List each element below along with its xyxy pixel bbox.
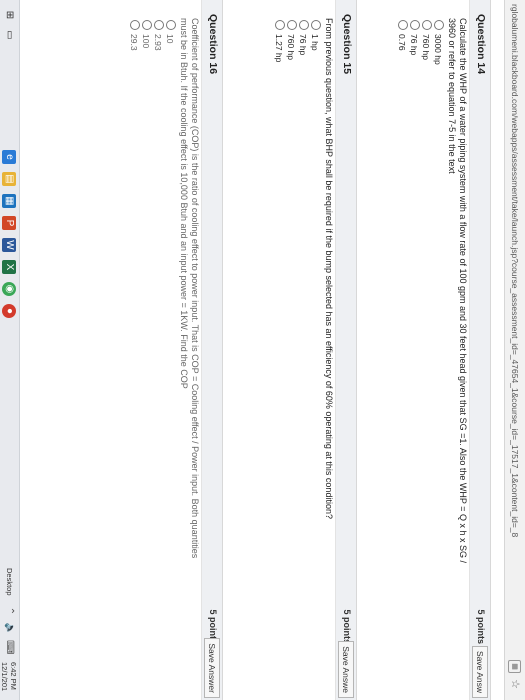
keyboard-icon[interactable]: ⌨: [2, 640, 16, 654]
radio-button[interactable]: [154, 20, 164, 30]
question-text: Calculate the WHP of a water piping syst…: [446, 18, 468, 688]
answer-option[interactable]: 760 hp: [420, 20, 432, 60]
answer-option[interactable]: 1.27 hp: [273, 20, 285, 62]
radio-button[interactable]: [410, 20, 420, 30]
save-answer-button[interactable]: Save Answ: [472, 645, 488, 698]
bookmark-star-icon[interactable]: ☆: [508, 677, 522, 691]
radio-button[interactable]: [142, 20, 152, 30]
points-label: 5 points: [476, 609, 486, 644]
question-text-line: From previous question, what BHP shall b…: [324, 18, 334, 519]
volume-icon[interactable]: 🔈: [2, 622, 16, 636]
answer-option[interactable]: 29.3: [128, 20, 140, 51]
option-label: 100: [141, 34, 151, 49]
task-view-icon[interactable]: ▭: [2, 28, 16, 42]
question-header: Question 14 5 points Save Answ: [469, 0, 491, 700]
chrome-browser-icon[interactable]: ◉: [2, 282, 16, 296]
answer-option[interactable]: 100: [140, 20, 152, 48]
question-header: Question 16 5 points Save Answer: [201, 0, 223, 700]
answer-option[interactable]: 10: [164, 20, 176, 43]
question-text-line: 3960 or refer to equation 7-5 in the tex…: [447, 18, 457, 174]
answer-option[interactable]: 3000 hp: [432, 20, 444, 65]
question-text-line: Coefficient of performance (COP) is the …: [190, 18, 200, 559]
radio-button[interactable]: [166, 20, 176, 30]
option-label: 1.27 hp: [274, 34, 284, 63]
file-explorer-icon[interactable]: ▤: [2, 172, 16, 186]
office-app-icon[interactable]: P: [2, 216, 16, 230]
url-text[interactable]: rglobalumeni.blackboard.com/webapps/asse…: [505, 4, 525, 537]
clock-time[interactable]: 6:42 PM: [9, 662, 18, 690]
option-label: 76 hp: [409, 34, 419, 56]
option-label: 1 hp: [310, 34, 320, 51]
question-text-line: Calculate the WHP of a water piping syst…: [458, 18, 468, 563]
option-label: 760 hp: [286, 34, 296, 60]
question-title: Question 16: [207, 14, 219, 75]
extension-icon[interactable]: ▦: [508, 660, 521, 673]
answer-option[interactable]: 1 hp: [309, 20, 321, 51]
edge-browser-icon[interactable]: e: [2, 150, 16, 164]
save-answer-button[interactable]: Save Answer: [204, 638, 220, 698]
radio-button[interactable]: [287, 20, 297, 30]
option-label: 3000 hp: [433, 34, 443, 65]
option-label: 10: [165, 34, 175, 44]
answer-option[interactable]: 0.76: [396, 20, 408, 51]
browser-address-bar[interactable]: rglobalumeni.blackboard.com/webapps/asse…: [504, 0, 525, 700]
clock-date[interactable]: 12/1/201: [0, 662, 9, 691]
option-label: 2.93: [153, 34, 163, 51]
points-label: 5 points: [342, 609, 352, 644]
windows-start-icon[interactable]: ⊞: [2, 8, 16, 22]
desktop-toolbar-label[interactable]: Desktop: [5, 568, 14, 596]
option-label: 0.76: [397, 34, 407, 51]
question-text: From previous question, what BHP shall b…: [323, 18, 334, 688]
radio-button[interactable]: [311, 20, 321, 30]
excel-app-icon[interactable]: X: [2, 260, 16, 274]
question-text-line: must be in Btuh. If the cooling effect i…: [179, 18, 189, 389]
app-icon[interactable]: ●: [2, 304, 16, 318]
store-icon[interactable]: ▦: [2, 194, 16, 208]
radio-button[interactable]: [398, 20, 408, 30]
radio-button[interactable]: [434, 20, 444, 30]
radio-button[interactable]: [422, 20, 432, 30]
question-title: Question 14: [475, 14, 487, 75]
option-label: 29.3: [129, 34, 139, 51]
answer-option[interactable]: 2.93: [152, 20, 164, 51]
radio-button[interactable]: [275, 20, 285, 30]
word-app-icon[interactable]: W: [2, 238, 16, 252]
question-title: Question 15: [341, 14, 353, 75]
answer-option[interactable]: 76 hp: [297, 20, 309, 55]
question-text: Coefficient of performance (COP) is the …: [178, 18, 200, 688]
answer-option[interactable]: 76 hp: [408, 20, 420, 55]
chevron-up-icon[interactable]: ⌃: [2, 604, 16, 618]
save-answer-button[interactable]: Save Answe: [338, 641, 354, 698]
answer-option[interactable]: 760 hp: [285, 20, 297, 60]
question-header: Question 15 5 points Save Answe: [335, 0, 357, 700]
screen: rglobalumeni.blackboard.com/webapps/asse…: [0, 0, 525, 700]
taskbar: ⊞ ▭ e ▤ ▦ P W X ◉ ● Desktop ⌃ 🔈 ⌨ 6:42 P…: [0, 0, 20, 700]
option-label: 76 hp: [298, 34, 308, 56]
radio-button[interactable]: [299, 20, 309, 30]
option-label: 760 hp: [421, 34, 431, 60]
radio-button[interactable]: [130, 20, 140, 30]
